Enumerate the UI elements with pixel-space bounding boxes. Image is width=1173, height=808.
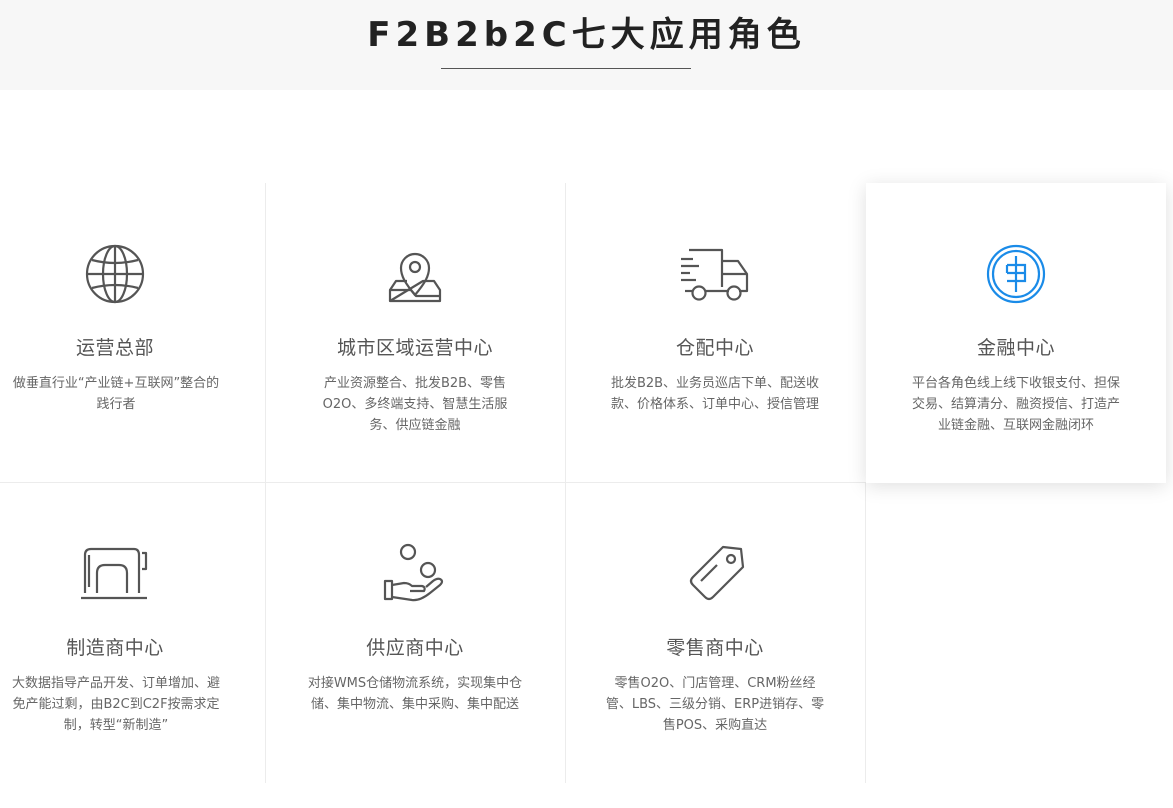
role-title: 零售商中心 <box>666 637 764 659</box>
coin-icon <box>866 243 1166 311</box>
role-card-retailer[interactable]: 零售商中心 零售O2O、门店管理、CRM粉丝经管、LBS、三级分销、ERP进销存… <box>565 483 865 783</box>
role-card-operations-hq[interactable]: 运营总部 做垂直行业“产业链+互联网”整合的践行者 <box>0 183 265 483</box>
role-title: 城市区域运营中心 <box>336 337 493 359</box>
title-underline <box>441 68 691 69</box>
hero-banner: F2B2b2C七大应用角色 <box>0 0 1173 90</box>
role-description: 平台各角色线上线下收银支付、担保交易、结算清分、融资授信、打造产业链金融、互联网… <box>911 376 1120 433</box>
role-card-warehouse-distribution[interactable]: 仓配中心 批发B2B、业务员巡店下单、配送收款、价格体系、订单中心、授信管理 <box>565 183 865 483</box>
role-card-city-operations[interactable]: 城市区域运营中心 产业资源整合、批发B2B、零售O2O、多终端支持、智慧生活服务… <box>265 183 565 483</box>
role-card-supplier[interactable]: 供应商中心 对接WMS仓储物流系统，实现集中仓储、集中物流、集中采购、集中配送 <box>265 483 565 783</box>
sewing-machine-icon <box>0 543 265 611</box>
role-description: 做垂直行业“产业链+互联网”整合的践行者 <box>12 376 220 412</box>
role-description: 批发B2B、业务员巡店下单、配送收款、价格体系、订单中心、授信管理 <box>610 376 820 412</box>
role-title: 金融中心 <box>976 337 1055 359</box>
role-card-finance[interactable]: 金融中心 平台各角色线上线下收银支付、担保交易、结算清分、融资授信、打造产业链金… <box>866 183 1166 483</box>
role-title: 供应商中心 <box>366 637 464 659</box>
hand-coins-icon <box>265 543 565 611</box>
role-title: 制造商中心 <box>66 637 164 659</box>
role-description: 对接WMS仓储物流系统，实现集中仓储、集中物流、集中采购、集中配送 <box>307 676 523 712</box>
map-pin-icon <box>265 243 565 311</box>
role-description: 产业资源整合、批发B2B、零售O2O、多终端支持、智慧生活服务、供应链金融 <box>322 376 508 433</box>
price-tag-icon <box>565 543 865 611</box>
role-title: 仓配中心 <box>675 337 754 359</box>
delivery-truck-icon <box>565 243 865 311</box>
role-description: 零售O2O、门店管理、CRM粉丝经管、LBS、三级分销、ERP进销存、零售POS… <box>605 676 825 733</box>
roles-grid: 运营总部 做垂直行业“产业链+互联网”整合的践行者 城市区域运营中心 产业资源整… <box>0 183 1173 783</box>
role-card-manufacturer[interactable]: 制造商中心 大数据指导产品开发、订单增加、避免产能过剩，由B2C到C2F按需求定… <box>0 483 265 783</box>
page-title: F2B2b2C七大应用角色 <box>367 15 806 55</box>
role-title: 运营总部 <box>75 337 154 359</box>
role-description: 大数据指导产品开发、订单增加、避免产能过剩，由B2C到C2F按需求定制，转型“新… <box>11 676 220 733</box>
globe-icon <box>0 243 265 311</box>
grid-divider <box>865 483 866 783</box>
